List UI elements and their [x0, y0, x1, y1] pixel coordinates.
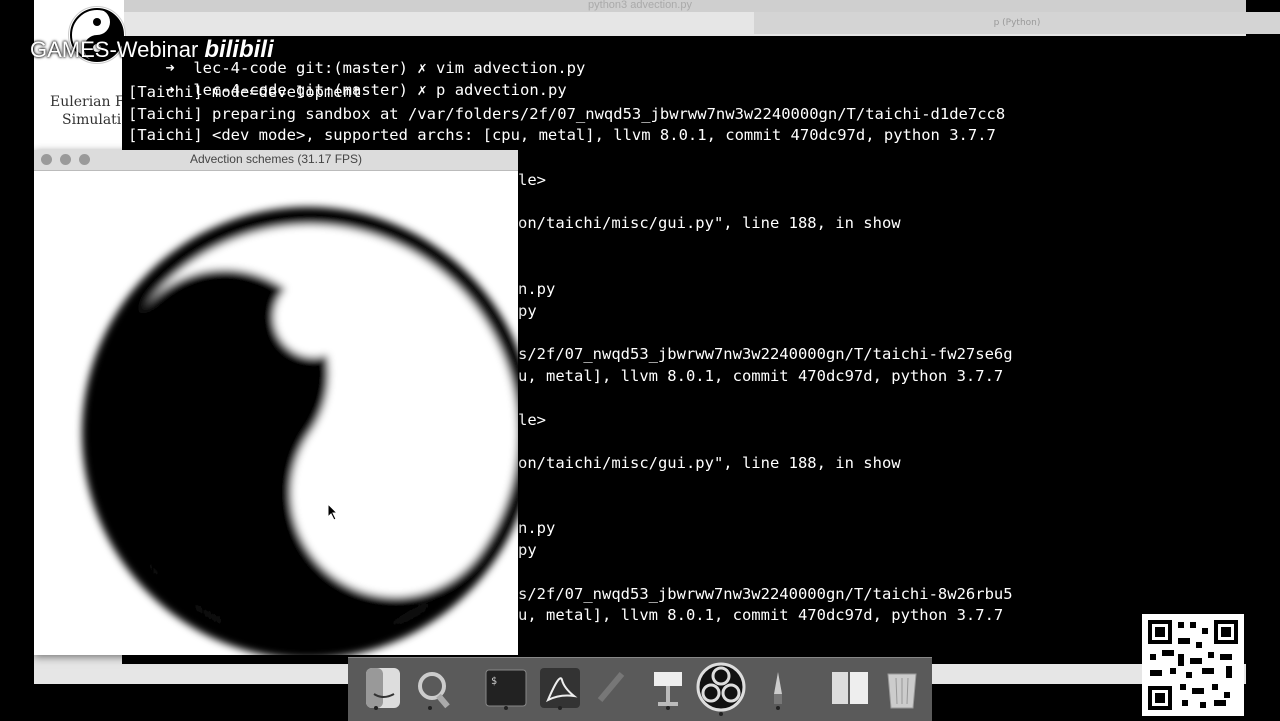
terminal-output-line: [Taichi] preparing sandbox at /var/folde… — [128, 105, 1006, 123]
terminal-partial-line: u, metal], llvm 8.0.1, commit 470dc97d, … — [518, 606, 1004, 624]
background-window-title: python3 advection.py — [34, 0, 1246, 12]
advection-window[interactable]: Advection schemes (31.17 FPS) — [34, 150, 534, 659]
terminal-partial-line: py — [518, 302, 537, 320]
terminal-partial-line: on/taichi/misc/gui.py", line 188, in sho… — [518, 214, 901, 232]
yin-yang-simulation — [34, 171, 534, 659]
svg-text:$: $ — [491, 676, 497, 687]
bilibili-logo-icon: bilibili — [204, 36, 274, 63]
files-icon[interactable] — [828, 666, 872, 710]
keynote-icon[interactable] — [646, 666, 690, 710]
window-title: Advection schemes (31.17 FPS) — [189, 152, 363, 166]
mouse-cursor-icon — [327, 502, 339, 525]
brush-icon[interactable] — [756, 666, 800, 710]
finder-icon[interactable] — [362, 666, 406, 710]
qr-code-icon — [1142, 614, 1244, 716]
acrobat-icon[interactable] — [538, 666, 582, 710]
background-window-tab[interactable]: p (Python) — [754, 12, 1280, 34]
trash-icon[interactable] — [880, 666, 924, 710]
terminal-partial-line: le> — [518, 411, 546, 429]
terminal-partial-line: on/taichi/misc/gui.py", line 188, in sho… — [518, 454, 901, 472]
terminal-partial-line: s/2f/07_nwqd53_jbwrww7nw3w2240000gn/T/ta… — [518, 585, 1013, 603]
terminal-partial-line: n.py — [518, 280, 556, 298]
terminal-output-line: [Taichi] <dev mode>, supported archs: [c… — [128, 126, 996, 144]
watermark: GAMES-Webinar bilibili — [30, 36, 274, 64]
terminal-partial-line: py — [518, 541, 537, 559]
dock: $ — [348, 657, 932, 721]
simulation-canvas[interactable] — [34, 171, 534, 659]
obs-icon[interactable] — [696, 662, 746, 716]
pen-icon[interactable] — [590, 666, 634, 710]
window-titlebar[interactable]: Advection schemes (31.17 FPS) — [34, 150, 518, 171]
slide-text-line1: Eulerian F — [50, 94, 125, 110]
terminal-icon[interactable]: $ — [484, 666, 528, 710]
preview-icon[interactable] — [414, 666, 458, 710]
terminal-partial-line: le> — [518, 171, 546, 189]
terminal-partial-line: n.py — [518, 519, 556, 537]
watermark-text: GAMES-Webinar — [30, 37, 199, 62]
terminal-output-line: [Taichi] mode=development — [128, 83, 362, 101]
slide-text-line2: Simulatio — [62, 112, 130, 128]
terminal-partial-line: u, metal], llvm 8.0.1, commit 470dc97d, … — [518, 367, 1004, 385]
terminal-partial-line: s/2f/07_nwqd53_jbwrww7nw3w2240000gn/T/ta… — [518, 345, 1013, 363]
